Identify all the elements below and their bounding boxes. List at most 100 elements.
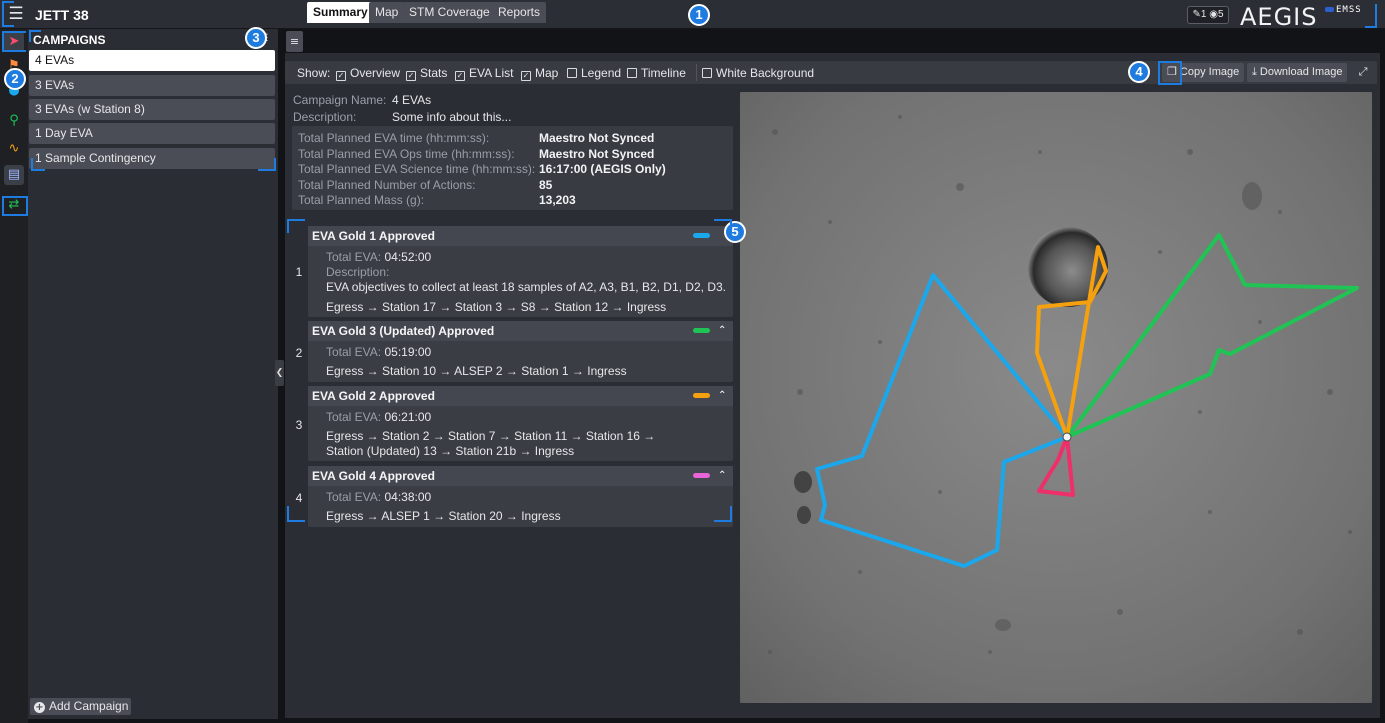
highlight-bracket	[29, 30, 41, 42]
eva-total-value: 06:21:00	[384, 410, 432, 424]
copy-image-label: Copy Image	[1179, 66, 1240, 78]
tab-summary[interactable]: Summary	[307, 2, 374, 23]
campaign-item[interactable]: 1 Day EVA	[29, 123, 275, 144]
eva-title[interactable]: EVA Gold 1 Approved	[308, 226, 733, 246]
highlight-bracket	[2, 31, 26, 52]
eva-route-continued: Station (Updated) 13 → Station 21b → Ing…	[326, 444, 574, 458]
add-campaign-button[interactable]: + Add Campaign	[30, 698, 131, 715]
checkbox-icon	[627, 68, 637, 78]
callout-4: 4	[1128, 61, 1150, 83]
brand-logo: AEGIS	[1240, 3, 1318, 31]
stat-label: Total Planned EVA Science time (hh:mm:ss…	[298, 162, 536, 176]
highlight-bracket	[714, 219, 732, 233]
eva-card[interactable]: EVA Gold 4 Approved ⌃ Total EVA: 04:38:00…	[308, 466, 733, 527]
campaign-item[interactable]: 1 Sample Contingency	[29, 148, 275, 169]
tab-map[interactable]: Map	[369, 2, 405, 23]
eva-number: 1	[295, 265, 303, 279]
eva-title-text: EVA Gold 4 Approved	[312, 469, 435, 483]
chevron-up-icon[interactable]: ⌃	[718, 321, 726, 341]
show-label: Show:	[297, 66, 331, 80]
highlight-bracket	[1158, 61, 1182, 85]
map-label: Map	[535, 66, 559, 80]
eva-color-swatch	[693, 328, 710, 333]
eva-card[interactable]: EVA Gold 2 Approved ⌃ Total EVA: 06:21:00…	[308, 386, 733, 461]
timeline-label: Timeline	[641, 66, 686, 80]
checkbox-icon	[702, 68, 712, 78]
collapse-sidebar-icon[interactable]: ❮	[275, 360, 284, 386]
white-background-checkbox[interactable]: White Background	[702, 66, 814, 80]
location-pin-icon[interactable]: ⚲	[4, 111, 24, 131]
stats-checkbox[interactable]: ✓ Stats	[406, 66, 447, 81]
add-campaign-label: Add Campaign	[49, 699, 129, 713]
stat-label: Total Planned EVA Ops time (hh:mm:ss):	[298, 147, 515, 161]
eva-list-label: EVA List	[469, 66, 514, 80]
table-icon[interactable]: ▤	[4, 165, 24, 185]
route-icon[interactable]: ∿	[4, 139, 24, 159]
campaign-name-label: Campaign Name:	[293, 93, 387, 107]
edit-count: 1	[1200, 9, 1207, 20]
eva-color-swatch	[693, 473, 710, 478]
chevron-up-icon[interactable]: ⌃	[718, 466, 726, 486]
campaign-item[interactable]: 4 EVAs	[29, 50, 275, 71]
campaign-name-value: 4 EVAs	[392, 93, 432, 107]
crater	[794, 471, 812, 493]
download-icon: ⤓	[1252, 66, 1260, 78]
overview-checkbox[interactable]: ✓ Overview	[336, 66, 400, 81]
map-background	[740, 92, 1372, 703]
crater	[1242, 182, 1262, 210]
stat-value: 16:17:00 (AEGIS Only)	[539, 162, 666, 176]
chevron-up-icon[interactable]: ⌃	[718, 386, 726, 406]
eva-card[interactable]: EVA Gold 1 Approved Total EVA: 04:52:00 …	[308, 226, 733, 317]
eva-color-swatch	[693, 393, 710, 398]
eva-title[interactable]: EVA Gold 4 Approved ⌃	[308, 466, 733, 486]
eva-route-text: Egress → Station 10 → ALSEP 2 → Station …	[326, 364, 627, 378]
campaign-description-label: Description:	[293, 110, 357, 124]
eva-number: 4	[295, 491, 303, 505]
eva-route: Egress → Station 10 → ALSEP 2 → Station …	[326, 364, 627, 378]
eva-card[interactable]: EVA Gold 3 (Updated) Approved ⌃ Total EVA…	[308, 321, 733, 382]
plus-icon: +	[34, 702, 45, 713]
highlight-bracket	[2, 196, 28, 216]
eva-description: EVA objectives to collect at least 18 sa…	[326, 280, 726, 294]
callout-1: 1	[688, 4, 710, 26]
timeline-checkbox[interactable]: Timeline	[627, 66, 686, 80]
eva-traverse-map[interactable]	[740, 92, 1372, 703]
eva-route: Egress → Station 17 → Station 3 → S8 → S…	[326, 300, 666, 314]
eva-total-label: Total EVA:	[326, 410, 382, 424]
eva-title-text: EVA Gold 3 (Updated) Approved	[312, 324, 495, 338]
checkbox-icon: ✓	[521, 71, 531, 81]
eva-total-row: Total EVA: 06:21:00	[326, 410, 431, 424]
campaigns-heading: CAMPAIGNS	[33, 33, 106, 47]
eva-total-row: Total EVA: 04:52:00	[326, 250, 431, 264]
eva-total-value: 04:38:00	[384, 490, 432, 504]
eva-description-label: Description:	[326, 265, 389, 279]
eva-description-text: EVA objectives to collect at least 18 sa…	[326, 280, 726, 294]
lander-icon	[1062, 432, 1072, 442]
icon-rail: ➤ ⚑ ● ⚲ ∿ ▤ ⇄	[0, 29, 28, 723]
legend-checkbox[interactable]: Legend	[567, 66, 621, 80]
eva-list-checkbox[interactable]: ✓ EVA List	[455, 66, 514, 81]
download-image-label: Download Image	[1259, 66, 1343, 78]
stat-label: Total Planned Mass (g):	[298, 193, 425, 207]
eva-list: 1 EVA Gold 1 Approved Total EVA: 04:52:0…	[290, 220, 736, 530]
campaign-item[interactable]: 3 EVAs (w Station 8)	[29, 99, 275, 120]
eva-title[interactable]: EVA Gold 2 Approved ⌃	[308, 386, 733, 406]
highlight-bracket	[2, 1, 14, 27]
eva-title-text: EVA Gold 2 Approved	[312, 389, 435, 403]
expand-icon[interactable]: ⤢	[1356, 65, 1370, 79]
edit-view-counter[interactable]: ✎1 ◉5	[1187, 6, 1229, 24]
map-checkbox[interactable]: ✓ Map	[521, 66, 559, 81]
eva-color-swatch	[693, 233, 710, 238]
campaign-item[interactable]: 3 EVAs	[29, 75, 275, 96]
eva-total-row: Total EVA: 04:38:00	[326, 490, 431, 504]
eva-title[interactable]: EVA Gold 3 (Updated) Approved ⌃	[308, 321, 733, 341]
callout-3: 3	[245, 27, 267, 49]
crater	[797, 506, 811, 524]
settings-sliders-icon[interactable]: ≡	[286, 31, 303, 52]
white-background-label: White Background	[716, 66, 815, 80]
eva-description-label-text: Description:	[326, 265, 390, 279]
download-image-button[interactable]: ⤓ Download Image	[1247, 63, 1348, 82]
eva-route-text: Egress → ALSEP 1 → Station 20 → Ingress	[326, 509, 561, 523]
tab-reports[interactable]: Reports	[492, 2, 547, 23]
tab-stm-coverage[interactable]: STM Coverage	[403, 2, 496, 23]
